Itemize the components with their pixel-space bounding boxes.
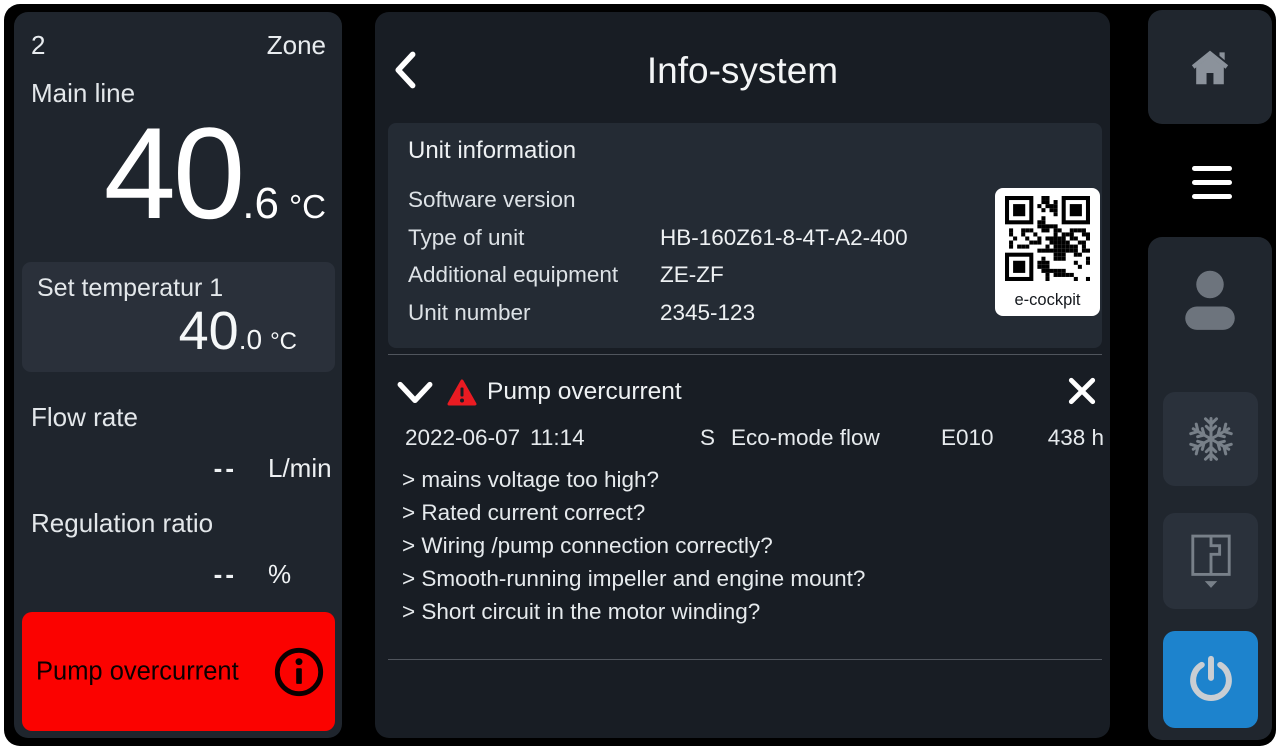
alarm-meta-row: 2022-06-07 11:14 S Eco-mode flow E010 43… [375, 425, 1110, 453]
regulation-ratio-unit: % [268, 559, 291, 590]
device-screen: 2 Zone Main line 40 .6 °C Set temperatur… [4, 4, 1276, 746]
alarm-title: Pump overcurrent [487, 378, 682, 406]
set-temperature-value: 40 .0 °C [179, 304, 297, 358]
alarm-hint: > mains voltage too high? [402, 463, 865, 496]
regulation-ratio-value: -- [30, 559, 237, 590]
chevron-down-icon [397, 380, 433, 406]
flow-rate-row: -- L/min [14, 453, 342, 481]
power-button[interactable] [1163, 631, 1258, 728]
flow-rate-value: -- [30, 453, 237, 484]
set-temperature-label: Set temperatur 1 [37, 274, 223, 303]
mold-button[interactable] [1163, 513, 1258, 609]
user-icon[interactable] [1177, 263, 1243, 339]
alarm-date: 2022-06-07 [405, 425, 520, 451]
close-icon [1067, 376, 1097, 406]
qr-card: e-cockpit [995, 188, 1100, 316]
alarm-close-button[interactable] [1067, 376, 1097, 406]
alarm-priority: S [700, 425, 715, 451]
row-value: 2345-123 [660, 300, 755, 326]
qr-code-icon [1005, 196, 1090, 281]
main-temp-unit: °C [289, 190, 326, 223]
row-value: HB-160Z61-8-4T-A2-400 [660, 225, 908, 251]
alarm-expand-button[interactable] [397, 380, 433, 406]
section-divider [388, 354, 1102, 355]
set-temperature-card[interactable]: Set temperatur 1 40 .0 °C [22, 262, 335, 372]
snowflake-icon [1187, 415, 1235, 463]
mold-tool-icon [1188, 532, 1234, 590]
alarm-hint: > Short circuit in the motor winding? [402, 595, 865, 628]
alarm-banner-label: Pump overcurrent [36, 657, 239, 686]
alarm-operating-hours: 438 h [1048, 425, 1104, 451]
zone-label[interactable]: Zone [267, 30, 326, 61]
alarm-hint-list: > mains voltage too high? > Rated curren… [402, 463, 865, 628]
zone-panel: 2 Zone Main line 40 .6 °C Set temperatur… [14, 12, 342, 738]
set-temp-unit: °C [270, 330, 297, 354]
set-temp-integer: 40 [179, 304, 239, 358]
row-label: Additional equipment [408, 262, 618, 288]
main-line-temperature: 40 .6 °C [104, 108, 326, 238]
cooling-button[interactable] [1163, 392, 1258, 486]
power-icon [1185, 654, 1237, 706]
alarm-hint: > Smooth-running impeller and engine mou… [402, 562, 865, 595]
alarm-code: E010 [941, 425, 994, 451]
unit-info-row: Unit number 2345-123 [408, 300, 984, 328]
set-temp-fraction: .0 [239, 326, 262, 354]
zone-number: 2 [31, 30, 45, 61]
row-value: ZE-ZF [660, 262, 724, 288]
home-button[interactable] [1148, 10, 1272, 124]
row-label: Type of unit [408, 225, 524, 251]
unit-information-title: Unit information [408, 137, 576, 165]
alarm-hint: > Rated current correct? [402, 496, 865, 529]
info-system-panel: Info-system Unit information Software ve… [375, 12, 1110, 738]
unit-info-row: Additional equipment ZE-ZF [408, 262, 984, 290]
alarm-hint: > Wiring /pump connection correctly? [402, 529, 865, 562]
warning-triangle-icon [447, 379, 477, 407]
unit-info-row: Software version [408, 187, 984, 215]
page-title: Info-system [375, 50, 1110, 92]
flow-rate-unit: L/min [268, 453, 332, 484]
main-temp-integer: 40 [104, 108, 243, 238]
sidebar-lower-block [1148, 237, 1272, 740]
unit-info-row: Type of unit HB-160Z61-8-4T-A2-400 [408, 225, 984, 253]
regulation-ratio-label: Regulation ratio [31, 508, 213, 539]
home-icon [1189, 48, 1231, 86]
section-divider [388, 659, 1102, 660]
unit-information-card: Unit information Software version Type o… [388, 123, 1102, 348]
row-label: Unit number [408, 300, 531, 326]
row-label: Software version [408, 187, 576, 213]
flow-rate-label: Flow rate [31, 402, 138, 433]
main-temp-fraction: .6 [242, 182, 279, 226]
menu-button-active[interactable] [1136, 128, 1262, 232]
info-circle-icon[interactable] [273, 646, 325, 698]
alarm-banner[interactable]: Pump overcurrent [22, 612, 335, 731]
alarm-source: Eco-mode flow [731, 425, 880, 451]
alarm-time: 11:14 [530, 425, 585, 451]
regulation-ratio-row: -- % [14, 559, 342, 587]
qr-label: e-cockpit [995, 291, 1100, 310]
